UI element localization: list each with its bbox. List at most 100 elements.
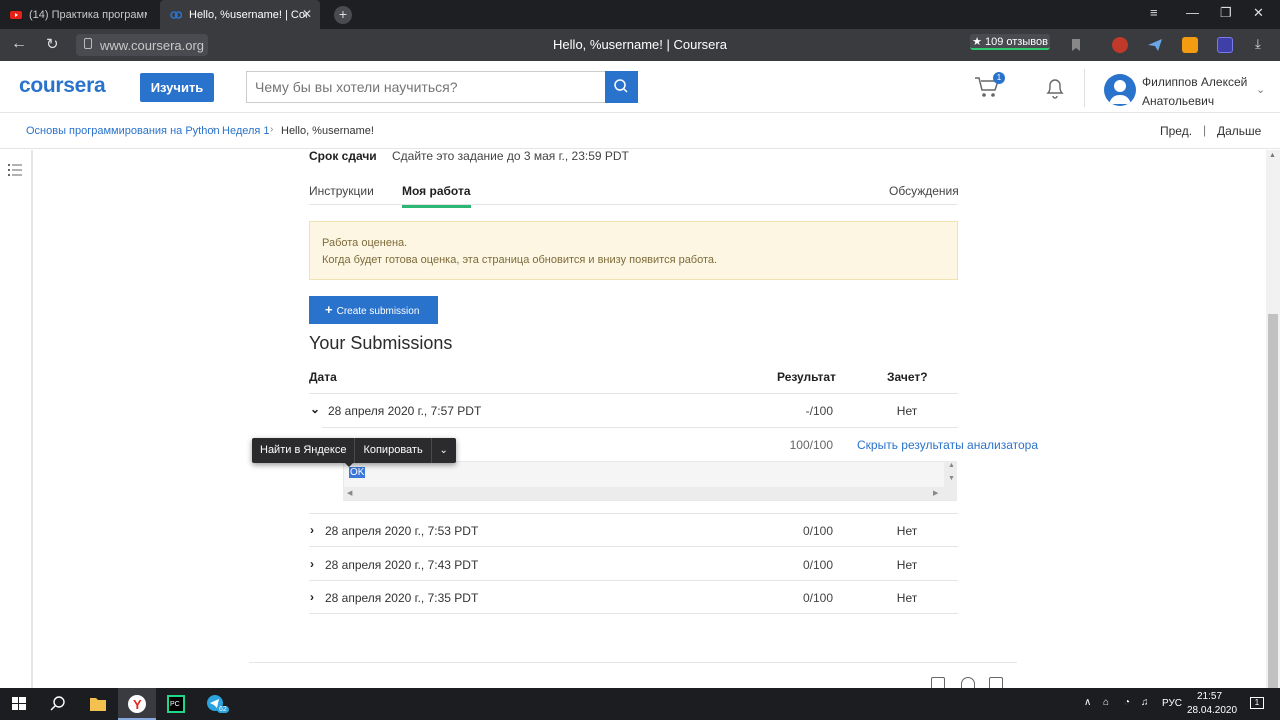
submission-score: 0/100 [802, 558, 833, 572]
next-link[interactable]: Дальше [1217, 124, 1261, 138]
send-icon[interactable] [1147, 37, 1163, 53]
column-header-score: Результат [777, 370, 836, 384]
outline-list-icon[interactable] [8, 164, 22, 176]
extension-orange-icon[interactable] [1182, 37, 1198, 53]
taskbar-yandex-browser[interactable]: Y [118, 688, 156, 720]
tab-instructions[interactable]: Инструкции [309, 184, 374, 198]
page-title-center: Hello, %username! | Coursera [553, 37, 727, 52]
notifications-icon[interactable]: 1 [1250, 697, 1264, 709]
search-yandex-menu-item[interactable]: Найти в Яндексе [252, 438, 356, 463]
submission-date[interactable]: 28 апреля 2020 г., 7:53 PDT [325, 524, 478, 538]
taskbar-telegram[interactable]: 62 [196, 688, 234, 720]
submission-score: -/100 [805, 404, 833, 418]
youtube-icon [10, 10, 22, 19]
submission-passed: Нет [896, 524, 918, 538]
context-menu-pointer [344, 462, 354, 467]
coursera-logo[interactable]: coursera [19, 74, 106, 98]
chevron-right-icon: › [212, 124, 216, 135]
learn-button[interactable]: Изучить [140, 73, 214, 102]
tab-my-work[interactable]: Моя работа [402, 184, 471, 208]
scroll-down-icon[interactable]: ▼ [948, 475, 955, 482]
browser-tab-coursera[interactable]: Hello, %username! | Cou ✕ [160, 0, 320, 29]
plus-icon: + [325, 302, 333, 317]
clock-date[interactable]: 28.04.2020 [1187, 705, 1237, 716]
close-window-icon[interactable]: ✕ [1253, 5, 1264, 21]
submission-date[interactable]: 28 апреля 2020 г., 7:35 PDT [325, 591, 478, 605]
submission-passed: Нет [896, 591, 918, 605]
menu-icon[interactable]: ≡ [1150, 5, 1158, 20]
analyzer-output-text[interactable]: OK [349, 467, 366, 478]
reviews-badge[interactable]: ★ 109 отзывов [970, 34, 1050, 50]
tab-title: Hello, %username! | Cou [189, 8, 307, 21]
scroll-left-icon[interactable]: ◀ [347, 489, 352, 497]
breadcrumb-course[interactable]: Основы программирования на Python [26, 125, 220, 137]
restore-icon[interactable]: ❐ [1220, 5, 1232, 21]
flag-icon[interactable] [989, 677, 1003, 688]
browser-tab-youtube[interactable]: (14) Практика программи [0, 0, 160, 29]
bookmark-icon[interactable] [1068, 37, 1084, 53]
bell-icon[interactable] [1044, 76, 1066, 100]
coursera-icon [170, 10, 182, 19]
wifi-icon[interactable]: ◔ [1124, 697, 1130, 708]
breadcrumb: Основы программирования на Python › Неде… [0, 113, 1280, 149]
deadline-label: Срок сдачи [309, 149, 377, 163]
extension-avatar-icon[interactable] [1112, 37, 1128, 53]
hide-analyzer-link[interactable]: Скрыть результаты анализатора [857, 438, 1038, 452]
search-input[interactable] [246, 71, 606, 103]
windows-icon [12, 697, 26, 710]
column-header-date: Дата [309, 370, 337, 384]
taskbar-search-button[interactable] [39, 688, 77, 720]
extension-purple-icon[interactable] [1217, 37, 1233, 53]
copy-menu-item[interactable]: Копировать [355, 438, 432, 463]
start-button[interactable] [0, 688, 38, 720]
network-icon[interactable]: ⌂ [1103, 697, 1109, 708]
search-button[interactable] [605, 71, 638, 103]
tab-discussions[interactable]: Обсуждения [889, 184, 959, 198]
prev-link[interactable]: Пред. [1160, 124, 1192, 138]
telegram-icon [207, 695, 223, 711]
clock-time[interactable]: 21:57 [1197, 691, 1222, 702]
chevron-right-icon[interactable]: › [310, 557, 314, 571]
chevron-down-icon[interactable]: ⌄ [432, 445, 456, 456]
yandex-browser-icon: Y [128, 695, 146, 713]
create-submission-button[interactable]: + Create submission [309, 296, 438, 324]
telegram-badge: 62 [217, 706, 229, 713]
close-tab-icon[interactable]: ✕ [302, 7, 312, 21]
thumbs-up-icon[interactable] [931, 677, 945, 688]
breadcrumb-week[interactable]: Неделя 1 [222, 125, 270, 137]
language-indicator[interactable]: РУС [1162, 698, 1182, 709]
download-icon[interactable]: ⤓ [1255, 36, 1261, 52]
output-horizontal-scrollbar[interactable]: ◀ ▶ [343, 487, 957, 500]
user-name[interactable]: Филиппов Алексей Анатольевич [1142, 73, 1257, 111]
chevron-right-icon: › [270, 124, 274, 135]
column-header-passed: Зачет? [887, 370, 928, 384]
taskbar-pycharm[interactable]: PC [157, 688, 195, 720]
row-divider [309, 546, 958, 547]
submission-date[interactable]: 28 апреля 2020 г., 7:57 PDT [328, 404, 481, 418]
minimize-icon[interactable]: — [1186, 5, 1199, 20]
scroll-up-icon[interactable]: ▲ [948, 462, 955, 469]
row-divider [309, 613, 958, 614]
folder-icon [90, 698, 106, 711]
submission-score: 0/100 [802, 591, 833, 605]
scroll-up-icon[interactable]: ▲ [1269, 152, 1276, 159]
output-vertical-scrollbar[interactable]: ▲ ▼ [944, 461, 957, 487]
volume-icon[interactable]: ♫ [1141, 697, 1149, 708]
cart-badge: 1 [993, 72, 1005, 84]
chevron-down-icon[interactable]: ⌄ [1256, 83, 1265, 96]
scroll-right-icon[interactable]: ▶ [933, 489, 938, 497]
new-tab-button[interactable]: + [334, 6, 352, 24]
page-scrollbar-thumb[interactable] [1268, 314, 1278, 688]
avatar[interactable] [1104, 74, 1136, 106]
taskbar-explorer[interactable] [79, 688, 117, 720]
chevron-down-icon[interactable]: ⌄ [310, 402, 320, 416]
chevron-up-icon[interactable]: ∧ [1084, 697, 1091, 708]
assignment-tabs: Инструкции Моя работа Обсуждения [309, 176, 959, 208]
comment-icon[interactable] [961, 677, 975, 688]
row-divider [309, 513, 958, 514]
submission-score: 0/100 [802, 524, 833, 538]
submission-date[interactable]: 28 апреля 2020 г., 7:43 PDT [325, 558, 478, 572]
chevron-right-icon[interactable]: › [310, 523, 314, 537]
chevron-right-icon[interactable]: › [310, 590, 314, 604]
row-divider [309, 393, 958, 394]
